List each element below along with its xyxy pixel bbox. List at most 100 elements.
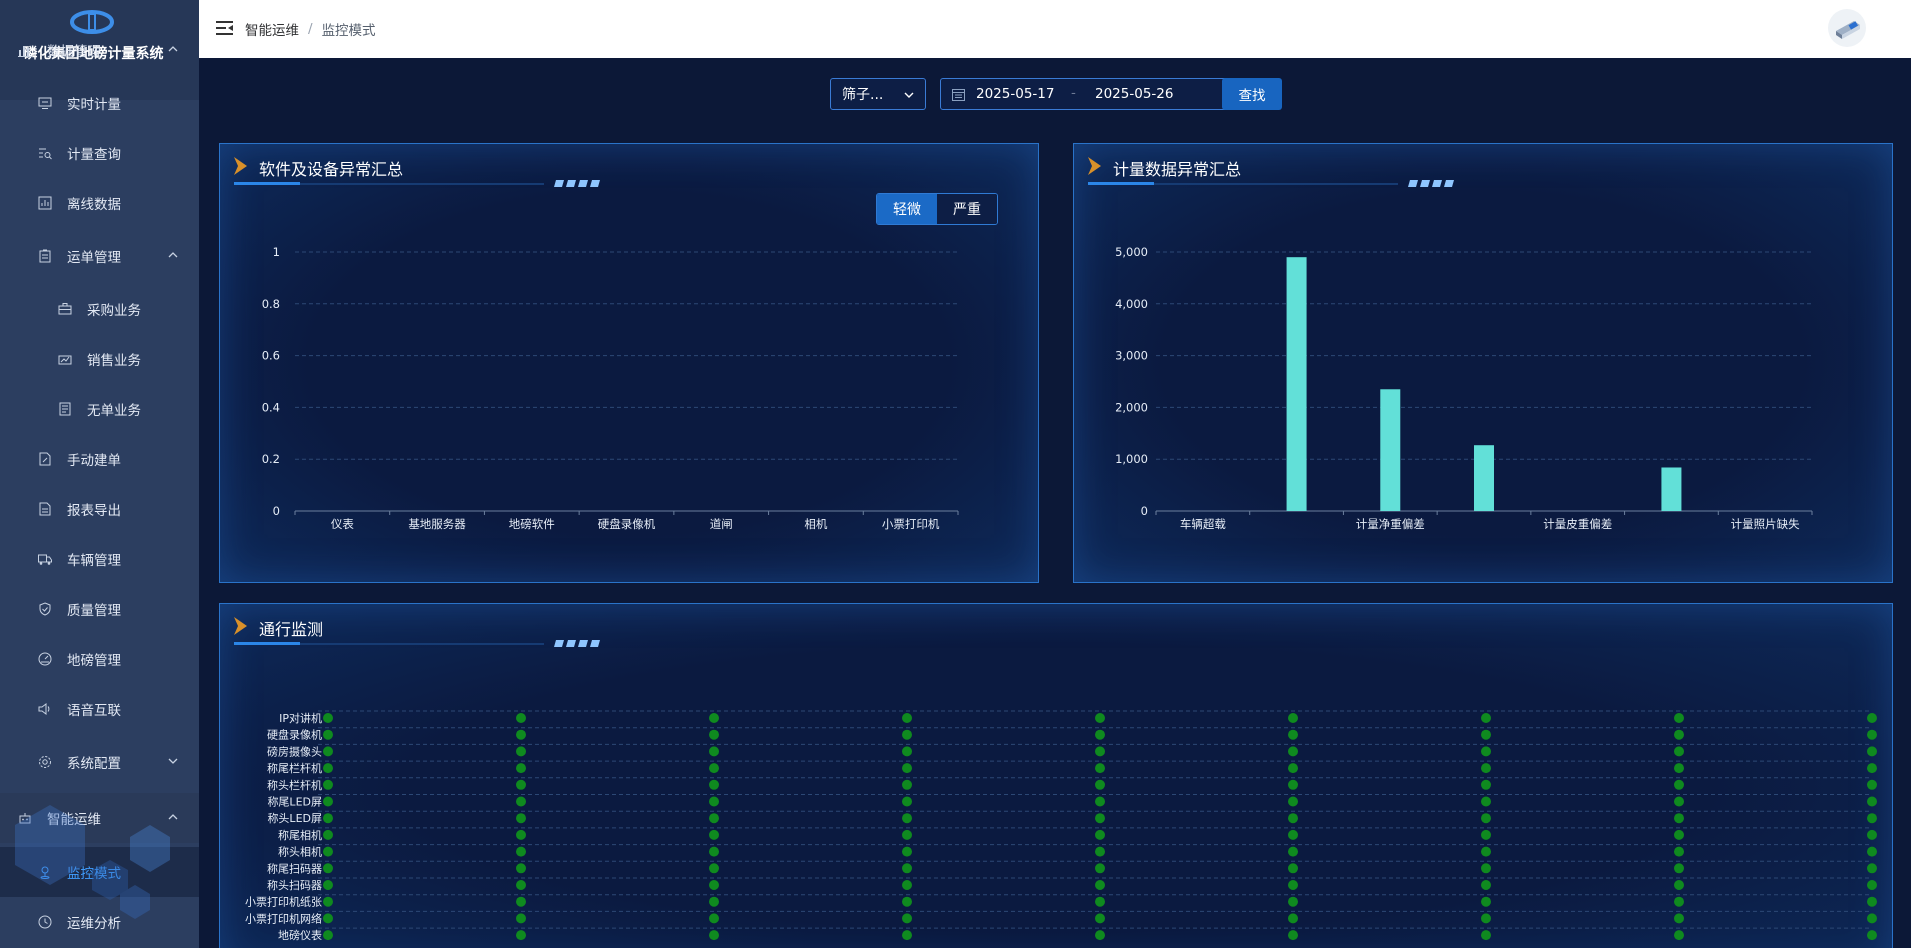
status-dot bbox=[1095, 779, 1105, 790]
x-tick-label: 地磅软件 bbox=[509, 517, 555, 531]
calendar-icon bbox=[952, 89, 965, 101]
bar-chart-icon bbox=[18, 43, 32, 57]
status-dot bbox=[1481, 746, 1491, 757]
status-dot bbox=[1095, 729, 1105, 740]
status-dot bbox=[323, 779, 333, 790]
status-dot bbox=[516, 829, 526, 840]
status-dot bbox=[902, 763, 912, 774]
sidebar-item-9[interactable]: 手动建单 bbox=[0, 434, 199, 484]
status-dot bbox=[709, 779, 719, 790]
sidebar-item-10[interactable]: 报表导出 bbox=[0, 484, 199, 534]
bar-4 bbox=[1474, 445, 1494, 511]
status-dot bbox=[516, 746, 526, 757]
sidebar-item-11[interactable]: 车辆管理 bbox=[0, 534, 199, 584]
y-tick-label: 4,000 bbox=[1115, 297, 1148, 311]
sidebar-item-14[interactable]: 语音互联 bbox=[0, 684, 199, 734]
date-range-picker[interactable]: 2025-05-17 - 2025-05-26 bbox=[940, 78, 1228, 110]
monitor-icon bbox=[38, 96, 52, 110]
sidebar-item-2[interactable]: 实时计量 bbox=[0, 78, 199, 128]
sidebar-item-label: 数据管理 bbox=[47, 44, 101, 60]
chevron-down-icon bbox=[904, 92, 914, 98]
x-tick-label: 计量净重偏差 bbox=[1356, 517, 1425, 531]
status-dot bbox=[1095, 896, 1105, 907]
menu-toggle-icon[interactable] bbox=[216, 20, 233, 36]
sidebar-item-label: 计量查询 bbox=[67, 147, 121, 163]
status-dot bbox=[902, 829, 912, 840]
status-dot bbox=[1867, 913, 1877, 924]
status-dot bbox=[1867, 796, 1877, 807]
status-dot bbox=[709, 913, 719, 924]
sidebar-item-4[interactable]: 离线数据 bbox=[0, 178, 199, 228]
date-separator: - bbox=[1071, 85, 1076, 101]
status-dot bbox=[1867, 713, 1877, 723]
status-dot bbox=[323, 813, 333, 824]
status-dot bbox=[323, 930, 333, 941]
sidebar-item-3[interactable]: 计量查询 bbox=[0, 128, 199, 178]
status-dot bbox=[1481, 779, 1491, 790]
status-dot bbox=[902, 863, 912, 874]
report-icon bbox=[38, 502, 52, 516]
status-dot bbox=[709, 930, 719, 941]
row-label: 称头栏杆机 bbox=[267, 778, 322, 792]
status-dot bbox=[902, 729, 912, 740]
status-dot bbox=[1095, 796, 1105, 807]
status-dot bbox=[1481, 913, 1491, 924]
x-tick-label: 相机 bbox=[804, 517, 827, 531]
breadcrumb: 智能运维 / 监控模式 bbox=[245, 19, 376, 39]
avatar[interactable] bbox=[1828, 9, 1866, 47]
status-dot bbox=[1867, 729, 1877, 740]
software-device-panel: 软件及设备异常汇总 轻微 严重 0 0.2 0.4 0.6 0.8 1 仪表 基地服务器 地磅软… bbox=[219, 143, 1039, 583]
trend-icon bbox=[58, 352, 72, 366]
status-dot bbox=[1674, 713, 1684, 723]
sidebar-item-8[interactable]: 无单业务 bbox=[0, 384, 199, 434]
date-end-input[interactable]: 2025-05-26 bbox=[1095, 86, 1173, 102]
x-tick-label: 硬盘录像机 bbox=[598, 517, 656, 531]
status-dot bbox=[516, 779, 526, 790]
status-dot bbox=[1867, 896, 1877, 907]
sidebar-item-15[interactable]: 系统配置 bbox=[0, 737, 199, 787]
y-tick-label: 0 bbox=[1141, 504, 1148, 518]
row-label: 磅房摄像头 bbox=[267, 744, 322, 758]
sidebar-item-6[interactable]: 采购业务 bbox=[0, 284, 199, 334]
status-dot bbox=[902, 913, 912, 924]
sidebar-item-12[interactable]: 质量管理 bbox=[0, 584, 199, 634]
status-dot bbox=[1288, 896, 1298, 907]
status-dot bbox=[1481, 829, 1491, 840]
status-dot bbox=[1481, 846, 1491, 857]
status-dot bbox=[516, 763, 526, 774]
chevron-up-icon bbox=[167, 43, 179, 55]
row-label: 称头LED屏 bbox=[267, 811, 322, 825]
sidebar-item-label: 手动建单 bbox=[67, 453, 121, 469]
search-button[interactable]: 查找 bbox=[1222, 78, 1282, 110]
x-tick-label: 计量皮重偏差 bbox=[1543, 517, 1612, 531]
chevron-up-icon bbox=[167, 249, 179, 261]
sidebar-item-1[interactable]: 数据管理 bbox=[0, 25, 199, 75]
bar-3 bbox=[1380, 389, 1401, 511]
status-dot bbox=[709, 713, 719, 723]
date-start-input[interactable]: 2025-05-17 bbox=[976, 86, 1054, 102]
sidebar-item-7[interactable]: 销售业务 bbox=[0, 334, 199, 384]
status-dot bbox=[1288, 880, 1298, 890]
row-label: 称尾LED屏 bbox=[267, 795, 322, 809]
status-dot bbox=[1288, 846, 1298, 857]
status-dot bbox=[902, 796, 912, 807]
status-dot bbox=[1674, 863, 1684, 874]
status-dot bbox=[709, 746, 719, 757]
status-dot bbox=[1288, 713, 1298, 723]
status-dot bbox=[1481, 729, 1491, 740]
status-dot bbox=[1095, 763, 1105, 774]
sidebar-item-5[interactable]: 运单管理 bbox=[0, 231, 199, 281]
status-dot bbox=[1674, 896, 1684, 907]
filter-select[interactable]: 筛子... bbox=[830, 78, 926, 110]
sidebar-item-label: 采购业务 bbox=[87, 303, 141, 319]
y-tick-label: 0.6 bbox=[262, 349, 280, 363]
status-dot bbox=[1481, 713, 1491, 723]
sidebar-item-13[interactable]: 地磅管理 bbox=[0, 634, 199, 684]
status-dot bbox=[1288, 930, 1298, 941]
row-label: 小票打印机网络 bbox=[245, 911, 322, 925]
row-label: 小票打印机纸张 bbox=[245, 895, 322, 909]
status-dot bbox=[902, 846, 912, 857]
breadcrumb-item-parent[interactable]: 智能运维 bbox=[245, 19, 299, 39]
status-dot bbox=[516, 846, 526, 857]
status-dot bbox=[1481, 880, 1491, 890]
